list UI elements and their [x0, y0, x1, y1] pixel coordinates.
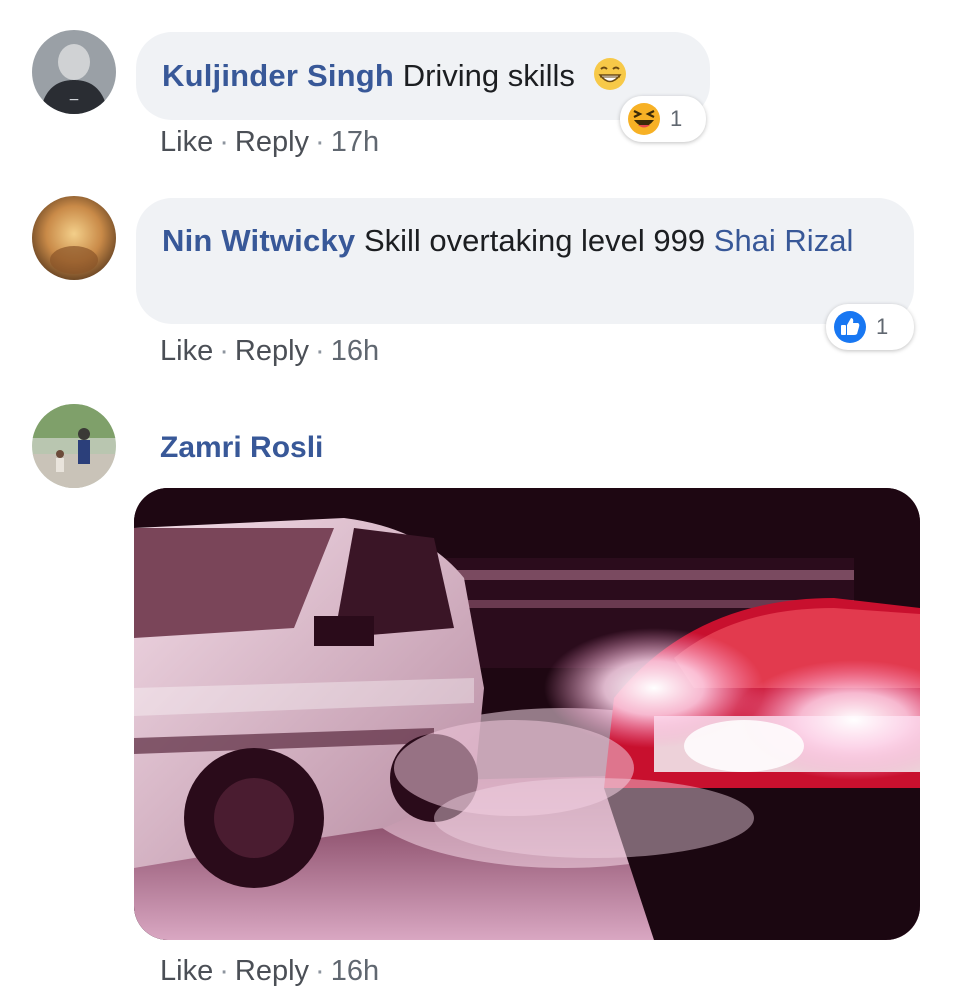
separator: · — [219, 335, 229, 367]
car-drift-gif — [134, 488, 920, 940]
comment-actions: Like · Reply · 17h — [160, 125, 379, 159]
reaction-summary[interactable]: 1 — [826, 304, 914, 350]
separator: · — [219, 126, 229, 158]
comment-text: Driving skills — [402, 58, 575, 93]
like-link[interactable]: Like — [160, 126, 213, 158]
separator: · — [315, 126, 325, 158]
timestamp[interactable]: 16h — [331, 955, 379, 987]
mention-link[interactable]: Shai Rizal — [714, 223, 854, 258]
comment-actions: Like · Reply · 16h — [160, 334, 379, 368]
reaction-count: 1 — [670, 106, 683, 131]
avatar-image — [32, 196, 116, 280]
timestamp[interactable]: 16h — [331, 335, 379, 367]
like-link[interactable]: Like — [160, 955, 213, 987]
timestamp[interactable]: 17h — [331, 126, 379, 158]
avatar-zamri-rosli[interactable] — [32, 404, 116, 488]
avatar-image: ━━ — [32, 30, 116, 114]
grinning-face-icon — [593, 58, 626, 90]
like-link[interactable]: Like — [160, 335, 213, 367]
like-icon — [834, 311, 866, 343]
reply-link[interactable]: Reply — [235, 955, 309, 987]
comment-author[interactable]: Kuljinder Singh — [162, 58, 394, 93]
svg-text:━━: ━━ — [69, 96, 79, 104]
separator: · — [315, 955, 325, 987]
comment-author[interactable]: Zamri Rosli — [160, 428, 323, 468]
comment-thread: ━━ Kuljinder Singh Driving skills 1 Like… — [0, 0, 960, 1002]
comment-text: Skill overtaking level 999 — [363, 223, 706, 258]
comment-author[interactable]: Nin Witwicky — [162, 223, 355, 258]
reply-link[interactable]: Reply — [235, 126, 309, 158]
haha-icon — [628, 103, 660, 135]
avatar-image — [32, 404, 116, 488]
separator: · — [315, 335, 325, 367]
separator: · — [219, 955, 229, 987]
avatar-nin-witwicky[interactable] — [32, 196, 116, 280]
avatar-kuljinder-singh[interactable]: ━━ — [32, 30, 116, 114]
reaction-summary[interactable]: 1 — [620, 96, 706, 142]
gif-image[interactable] — [134, 488, 920, 940]
comment-actions: Like · Reply · 16h — [160, 954, 379, 988]
reply-link[interactable]: Reply — [235, 335, 309, 367]
comment-bubble: Nin Witwicky Skill overtaking level 999 … — [136, 198, 914, 324]
reaction-count: 1 — [876, 314, 889, 339]
